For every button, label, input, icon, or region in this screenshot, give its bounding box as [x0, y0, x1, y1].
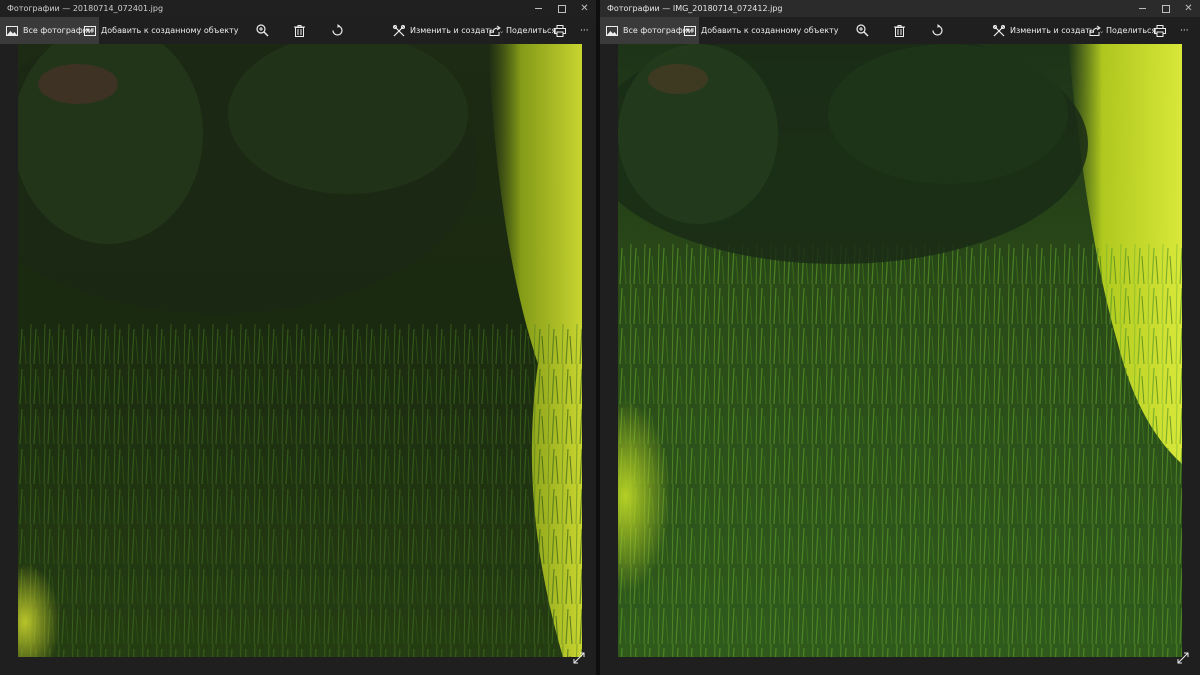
add-to-creation-label: Добавить к созданному объекту	[701, 26, 839, 35]
edit-create-button[interactable]: Изменить и создать ⌄	[393, 17, 505, 44]
fullscreen-button[interactable]	[572, 651, 586, 665]
share-icon	[1089, 25, 1101, 36]
more-icon: ···	[580, 25, 589, 36]
maximize-button[interactable]	[1154, 0, 1177, 17]
caption-buttons: ✕	[1131, 0, 1200, 17]
more-button[interactable]: ···	[580, 17, 589, 44]
grass-photo	[18, 44, 582, 657]
expand-icon	[1177, 652, 1189, 664]
title-bar: Фотографии — IMG_20180714_072412.jpg ✕	[600, 0, 1200, 17]
share-label: Поделиться	[506, 26, 557, 35]
grass-photo	[618, 44, 1182, 657]
print-icon	[1154, 24, 1166, 37]
toolbar: Все фотографии Добавить к созданному объ…	[600, 17, 1200, 44]
all-photos-label: Все фотографии	[623, 26, 694, 35]
zoom-in-icon	[256, 24, 269, 37]
delete-icon	[894, 24, 905, 37]
add-to-creation-button[interactable]: Добавить к созданному объекту	[684, 17, 838, 44]
minimize-button[interactable]	[1131, 0, 1154, 17]
window-title: Фотографии — IMG_20180714_072412.jpg	[607, 4, 783, 13]
minimize-button[interactable]	[527, 0, 550, 17]
maximize-button[interactable]	[550, 0, 573, 17]
slideshow-icon	[684, 25, 696, 36]
toolbar: Все фотографии Добавить к созданному объ…	[0, 17, 596, 44]
expand-icon	[573, 652, 585, 664]
edit-create-icon	[393, 24, 405, 36]
edit-create-label: Изменить и создать	[1010, 26, 1095, 35]
photo-viewer-image	[18, 44, 582, 657]
share-button[interactable]: Поделиться	[489, 17, 556, 44]
more-icon: ···	[1180, 25, 1189, 36]
edit-create-icon	[993, 24, 1005, 36]
share-button[interactable]: Поделиться	[1089, 17, 1156, 44]
rotate-icon	[332, 24, 343, 36]
zoom-button[interactable]	[856, 17, 869, 44]
edit-create-label: Изменить и создать	[410, 26, 495, 35]
rotate-button[interactable]	[331, 17, 344, 44]
more-button[interactable]: ···	[1180, 17, 1189, 44]
fullscreen-button[interactable]	[1176, 651, 1190, 665]
share-icon	[489, 25, 501, 36]
delete-icon	[294, 24, 305, 37]
rotate-icon	[932, 24, 943, 36]
print-icon	[554, 24, 566, 37]
delete-button[interactable]	[294, 17, 305, 44]
all-photos-label: Все фотографии	[23, 26, 94, 35]
window-title: Фотографии — 20180714_072401.jpg	[7, 4, 164, 13]
zoom-button[interactable]	[256, 17, 269, 44]
photos-icon	[606, 25, 618, 36]
photos-icon	[6, 25, 18, 36]
edit-create-button[interactable]: Изменить и создать ⌄	[993, 17, 1105, 44]
rotate-button[interactable]	[931, 17, 944, 44]
photos-window-left: Фотографии — 20180714_072401.jpg ✕ Все ф…	[0, 0, 596, 675]
add-to-creation-label: Добавить к созданному объекту	[101, 26, 239, 35]
title-bar: Фотографии — 20180714_072401.jpg ✕	[0, 0, 596, 17]
share-label: Поделиться	[1106, 26, 1157, 35]
slideshow-icon	[84, 25, 96, 36]
close-button[interactable]: ✕	[573, 0, 596, 17]
print-button[interactable]	[1154, 17, 1166, 44]
close-button[interactable]: ✕	[1177, 0, 1200, 17]
add-to-creation-button[interactable]: Добавить к созданному объекту	[84, 17, 238, 44]
caption-buttons: ✕	[527, 0, 596, 17]
photos-window-right: Фотографии — IMG_20180714_072412.jpg ✕ В…	[600, 0, 1200, 675]
zoom-in-icon	[856, 24, 869, 37]
photo-viewer-image	[618, 44, 1182, 657]
print-button[interactable]	[554, 17, 566, 44]
delete-button[interactable]	[894, 17, 905, 44]
